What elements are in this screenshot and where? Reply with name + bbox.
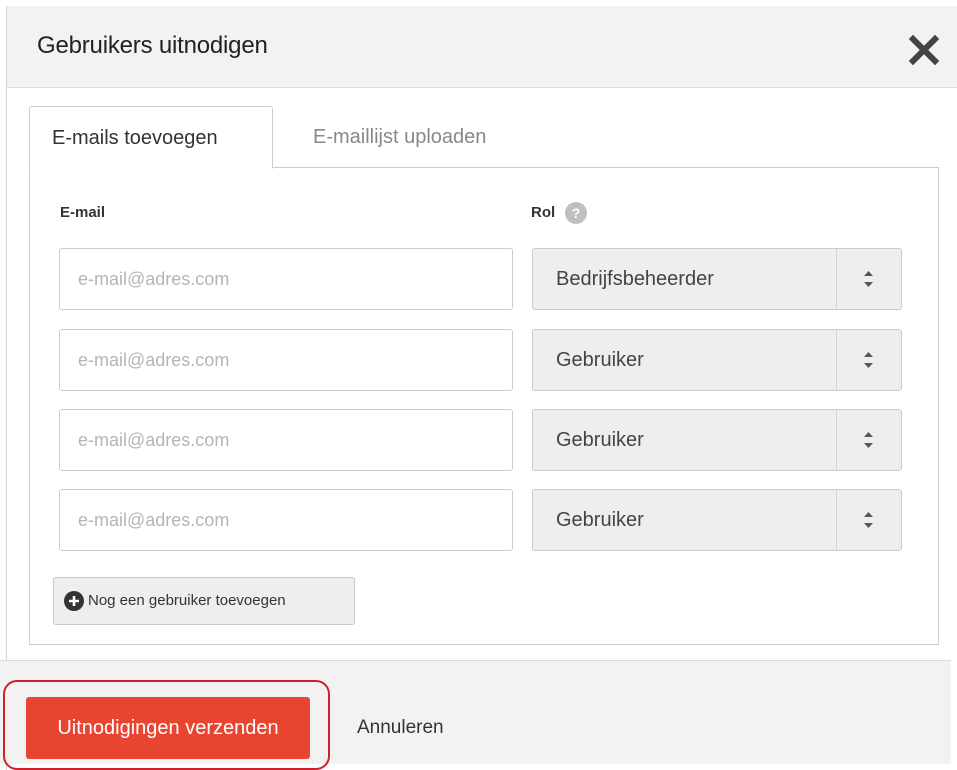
add-user-label: Nog een gebruiker toevoegen — [88, 592, 286, 609]
sort-arrows-icon — [864, 271, 873, 287]
help-icon[interactable]: ? — [565, 202, 587, 224]
role-select-2[interactable]: Gebruiker — [532, 329, 902, 391]
role-select-value: Gebruiker — [556, 509, 644, 531]
tab-panel — [29, 167, 939, 645]
send-invitations-button[interactable]: Uitnodigingen verzenden — [26, 697, 310, 759]
dialog-header: Gebruikers uitnodigen — [7, 6, 957, 88]
email-input-3[interactable] — [59, 409, 513, 471]
cancel-link[interactable]: Annuleren — [357, 697, 444, 759]
tab-upload-email-list[interactable]: E-maillijst uploaden — [291, 106, 551, 168]
email-column-label: E-mail — [60, 204, 106, 221]
add-user-button[interactable]: Nog een gebruiker toevoegen — [53, 577, 355, 625]
role-select-value: Gebruiker — [556, 429, 644, 451]
plus-circle-icon — [64, 591, 84, 611]
role-select-value: Bedrijfsbeheerder — [556, 268, 714, 290]
sort-arrows-icon — [864, 352, 873, 368]
dialog-title: Gebruikers uitnodigen — [37, 32, 268, 59]
role-select-3[interactable]: Gebruiker — [532, 409, 902, 471]
tab-bar: E-mails toevoegen E-maillijst uploaden — [29, 106, 939, 169]
role-select-1[interactable]: Bedrijfsbeheerder — [532, 248, 902, 310]
role-select-4[interactable]: Gebruiker — [532, 489, 902, 551]
close-icon — [908, 34, 940, 66]
sort-arrows-icon — [864, 512, 873, 528]
role-select-value: Gebruiker — [556, 349, 644, 371]
email-input-4[interactable] — [59, 489, 513, 551]
role-column-label: Rol — [531, 204, 556, 221]
close-button[interactable] — [908, 34, 940, 66]
tab-add-emails[interactable]: E-mails toevoegen — [29, 106, 273, 169]
email-input-2[interactable] — [59, 329, 513, 391]
email-input-1[interactable] — [59, 248, 513, 310]
sort-arrows-icon — [864, 432, 873, 448]
